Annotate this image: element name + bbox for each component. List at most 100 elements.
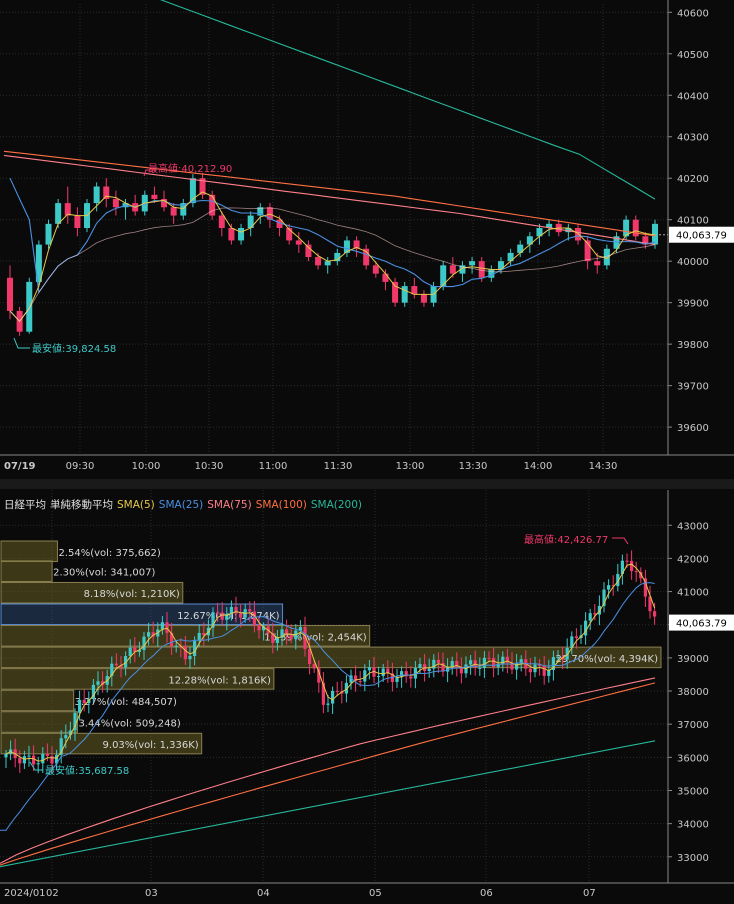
candle-body (114, 663, 118, 666)
candle-body (18, 758, 22, 764)
candle-body (630, 560, 634, 572)
candle-body (469, 261, 476, 266)
date-label: 07/19 (4, 461, 36, 472)
candle-body (381, 668, 385, 677)
candle-body (305, 244, 312, 258)
y-tick-label: 39700 (677, 382, 709, 393)
x-tick-label: 04 (257, 888, 270, 899)
candle-body (41, 753, 45, 764)
x-tick-label: 14:00 (524, 461, 553, 472)
y-tick-label: 41000 (677, 588, 709, 599)
candle-body (165, 622, 169, 633)
candle-body (420, 294, 427, 303)
y-tick-label: 37000 (677, 720, 709, 731)
chart-canvas[interactable]: 39600 39700 39800 39900 40000 40100 40200 40300… (0, 0, 734, 904)
candle-body (27, 755, 31, 757)
x-tick-label: 02 (46, 888, 59, 899)
candle-body (142, 636, 146, 651)
volume-profile-bar (0, 689, 75, 712)
candle-body (574, 228, 581, 241)
candle-body (112, 198, 119, 208)
candle-body (74, 215, 81, 228)
volume-profile-label: 12.28%(vol: 1,816K) (168, 675, 271, 686)
y-tick-label: 40600 (677, 8, 709, 19)
last-price-label: 40,063.79 (676, 619, 727, 630)
candle-body (239, 613, 243, 618)
candle-body (295, 240, 302, 245)
candle-body (312, 664, 316, 669)
x-tick-label: 10:00 (132, 461, 161, 472)
candle-body (436, 659, 440, 663)
candle-body (653, 611, 657, 617)
candle-body (409, 676, 413, 679)
candle-body (174, 645, 178, 647)
candle-body (147, 632, 151, 637)
candle-body (96, 681, 100, 685)
y-tick-label: 33000 (677, 853, 709, 864)
candle-body (252, 611, 256, 626)
candle-body (315, 257, 322, 266)
panel-separator (0, 479, 734, 489)
candle-body (372, 265, 379, 274)
candle-body (64, 203, 71, 216)
volume-profile-bar (0, 540, 58, 563)
candle-body (32, 755, 36, 765)
candle-body (183, 646, 187, 660)
candle-body (377, 676, 381, 678)
volume-profile-label: 2.30%(vol: 341,007) (53, 568, 155, 579)
candle-body (93, 186, 100, 204)
low-annotation: 最安値:35,687.58 (45, 764, 129, 777)
candle-body (248, 609, 252, 612)
candle-body (45, 753, 49, 756)
y-tick-label: 43000 (677, 521, 709, 532)
candle-body (220, 612, 224, 620)
high-annotation: 最高値:42,426.77 (524, 533, 608, 546)
candle-body (50, 755, 54, 764)
candle-body (556, 656, 560, 658)
candle-body (188, 656, 192, 660)
candle-body (392, 281, 399, 303)
candle-body (238, 228, 245, 241)
candle-body (55, 203, 62, 224)
candle-body (257, 625, 261, 631)
candle-body (218, 215, 225, 228)
candle-body (478, 667, 482, 669)
candle-body (449, 265, 456, 274)
candle-body (7, 277, 13, 311)
candle-body (331, 690, 335, 704)
y-tick-label: 42000 (677, 554, 709, 565)
x-tick-label: 2024/01 (4, 888, 46, 899)
high-annotation-arrow (612, 537, 629, 545)
candle-body (82, 699, 86, 704)
y-tick-label: 39900 (677, 299, 709, 310)
y-tick-label: 40400 (677, 91, 709, 102)
y-tick-label: 39800 (677, 340, 709, 351)
candle-body (128, 647, 132, 657)
candle-body (427, 668, 431, 672)
candle-body (625, 560, 629, 562)
x-tick-label: 06 (480, 888, 493, 899)
candle-body (594, 261, 601, 266)
candle-body (22, 756, 26, 764)
x-tick-label: 07 (583, 888, 596, 899)
candle-body (160, 622, 164, 630)
candle-body (401, 286, 408, 303)
candle-body (64, 735, 68, 739)
candle-body (487, 657, 491, 659)
volume-profile-label: 9.03%(vol: 1,336K) (103, 740, 199, 751)
x-tick-label: 11:30 (324, 461, 353, 472)
x-tick-label: 10:30 (195, 461, 224, 472)
candle-body (542, 665, 546, 676)
candle-body (151, 194, 158, 199)
candle-body (78, 699, 82, 713)
y-tick-label: 35000 (677, 786, 709, 797)
x-tick-label: 03 (145, 888, 158, 899)
candle-body (455, 660, 459, 669)
volume-profile-bar (0, 560, 53, 582)
candle-body (588, 613, 592, 621)
low-annotation-arrow (29, 761, 43, 771)
candle-body (607, 585, 611, 590)
candle-body (170, 207, 177, 216)
volume-profile-label: 29.70%(vol: 4,394K) (556, 654, 659, 665)
candle-body (418, 664, 422, 669)
